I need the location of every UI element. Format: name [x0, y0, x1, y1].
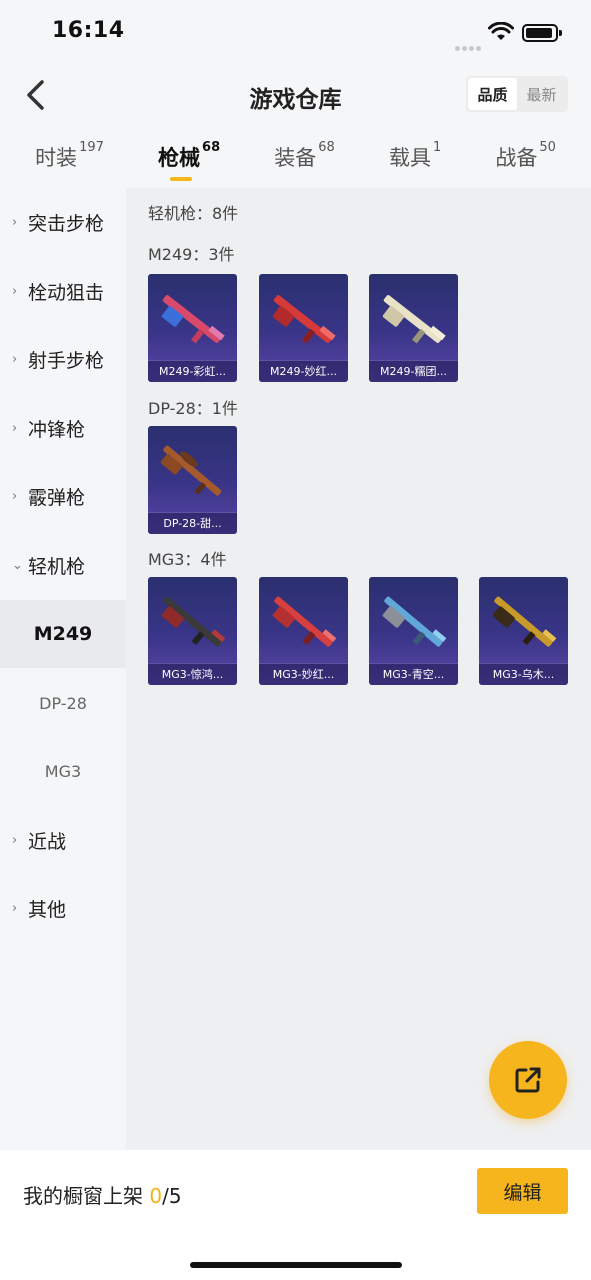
signal-icon	[455, 36, 483, 51]
chevron-right-icon: ›	[12, 832, 18, 848]
chevron-right-icon: ›	[12, 420, 18, 436]
sidebar-item-lmg[interactable]: ⌄ 轻机枪	[0, 531, 126, 599]
gun-icon	[161, 596, 226, 647]
tab-equipment[interactable]: 装备 68	[274, 130, 335, 186]
tab-vehicles[interactable]: 载具 1	[389, 130, 441, 186]
tab-count: 68	[202, 140, 221, 155]
sidebar-item-smg[interactable]: › 冲锋枪	[0, 394, 126, 462]
sidebar-subitem-mg3[interactable]: MG3	[0, 737, 126, 805]
tab-supplies[interactable]: 战备 50	[495, 130, 556, 186]
sidebar-item-label: 突击步枪	[28, 212, 105, 235]
category-tabs: 时装 197 枪械 68 装备 68 载具 1 战备 50	[0, 130, 591, 186]
sidebar-item-label: 栓动狙击	[28, 281, 105, 304]
tab-label: 载具	[388, 146, 431, 170]
weapon-card[interactable]: DP-28-甜...	[148, 426, 237, 534]
tab-label: 时装	[35, 146, 78, 170]
share-external-icon	[515, 1067, 541, 1093]
weapon-card-caption: M249-妙红...	[259, 360, 348, 382]
status-bar: 16:14	[0, 0, 591, 64]
sidebar-subitem-dp28[interactable]: DP-28	[0, 669, 126, 737]
weapon-card[interactable]: M249-彩虹...	[148, 274, 237, 382]
sidebar-item-marksman-rifle[interactable]: › 射手步枪	[0, 325, 126, 393]
chevron-down-icon: ⌄	[12, 557, 23, 573]
status-time: 16:14	[52, 18, 125, 43]
category-summary: 轻机枪：8件	[148, 204, 239, 223]
edit-button[interactable]: 编辑	[477, 1168, 568, 1214]
group-label-mg3: MG3：4件	[148, 550, 227, 569]
chevron-right-icon: ›	[12, 900, 18, 916]
chevron-right-icon: ›	[12, 214, 18, 230]
tab-label: 枪械	[158, 146, 201, 170]
showcase-max-count: /5	[162, 1184, 182, 1208]
gun-icon	[161, 295, 225, 344]
tab-label: 战备	[495, 146, 538, 170]
sort-toggle: 品质 最新	[466, 76, 568, 112]
sidebar-subitem-m249[interactable]: M249	[0, 600, 126, 668]
home-indicator[interactable]	[190, 1262, 402, 1268]
gun-icon	[272, 596, 337, 647]
tab-active-indicator	[170, 177, 193, 181]
sort-by-quality[interactable]: 品质	[468, 78, 517, 110]
weapon-card[interactable]: MG3-妙红...	[259, 577, 348, 685]
tab-count: 68	[318, 140, 335, 155]
gun-icon	[272, 295, 336, 344]
tab-fashion[interactable]: 时装 197	[35, 130, 104, 186]
weapon-card[interactable]: MG3-青空...	[369, 577, 458, 685]
weapon-card-caption: MG3-妙红...	[259, 663, 348, 685]
weapon-card-caption: M249-糯团...	[369, 360, 458, 382]
gun-icon	[160, 445, 222, 496]
tab-count: 50	[539, 140, 556, 155]
sidebar-item-bolt-sniper[interactable]: › 栓动狙击	[0, 257, 126, 325]
sidebar-item-label: 霰弹枪	[28, 486, 86, 509]
tab-label: 装备	[274, 146, 317, 170]
weapon-card[interactable]: MG3-乌木...	[479, 577, 568, 685]
chevron-right-icon: ›	[12, 283, 18, 299]
weapon-card-caption: MG3-乌木...	[479, 663, 568, 685]
sidebar-item-melee[interactable]: › 近战	[0, 806, 126, 874]
weapon-card-caption: MG3-青空...	[369, 663, 458, 685]
weapon-card[interactable]: M249-糯团...	[369, 274, 458, 382]
gun-icon	[382, 295, 446, 344]
sort-by-newest[interactable]: 最新	[517, 78, 566, 110]
weapon-card-caption: DP-28-甜...	[148, 512, 237, 534]
tab-weapons[interactable]: 枪械 68	[158, 130, 220, 186]
gun-icon	[382, 596, 447, 647]
tab-count: 1	[432, 140, 442, 155]
group-label-m249: M249：3件	[148, 245, 235, 264]
sidebar-item-label: 射手步枪	[28, 349, 105, 372]
weapon-card[interactable]: MG3-惊鸿...	[148, 577, 237, 685]
group-label-dp28: DP-28：1件	[148, 399, 238, 418]
showcase-status: 我的橱窗上架 0/5	[23, 1180, 182, 1209]
chevron-right-icon: ›	[12, 488, 18, 504]
weapon-card[interactable]: M249-妙红...	[259, 274, 348, 382]
showcase-label: 我的橱窗上架	[23, 1184, 143, 1208]
sidebar-item-label: 冲锋枪	[28, 418, 86, 441]
share-button[interactable]	[489, 1041, 567, 1119]
sidebar-item-assault-rifle[interactable]: › 突击步枪	[0, 188, 126, 256]
wifi-icon	[488, 22, 514, 40]
gun-icon	[492, 596, 557, 647]
content-area: 轻机枪：8件 M249：3件 M249-彩虹... M249-妙红... M24…	[126, 188, 591, 1150]
sidebar-item-label: 近战	[28, 830, 67, 853]
bottom-bar: 我的橱窗上架 0/5 编辑	[0, 1150, 591, 1280]
weapon-card-caption: M249-彩虹...	[148, 360, 237, 382]
sidebar-item-other[interactable]: › 其他	[0, 874, 126, 942]
header: 游戏仓库 品质 最新	[0, 64, 591, 126]
sidebar: › 突击步枪 › 栓动狙击 › 射手步枪 › 冲锋枪 › 霰弹枪 ⌄ 轻机枪 M249 DP…	[0, 188, 126, 1150]
sidebar-item-label: 其他	[28, 898, 67, 921]
battery-icon	[522, 24, 562, 42]
sidebar-item-label: 轻机枪	[28, 555, 86, 578]
chevron-right-icon: ›	[12, 351, 18, 367]
tab-count: 197	[79, 140, 104, 155]
showcase-current-count: 0	[149, 1184, 163, 1208]
sidebar-item-shotgun[interactable]: › 霰弹枪	[0, 462, 126, 530]
weapon-card-caption: MG3-惊鸿...	[148, 663, 237, 685]
